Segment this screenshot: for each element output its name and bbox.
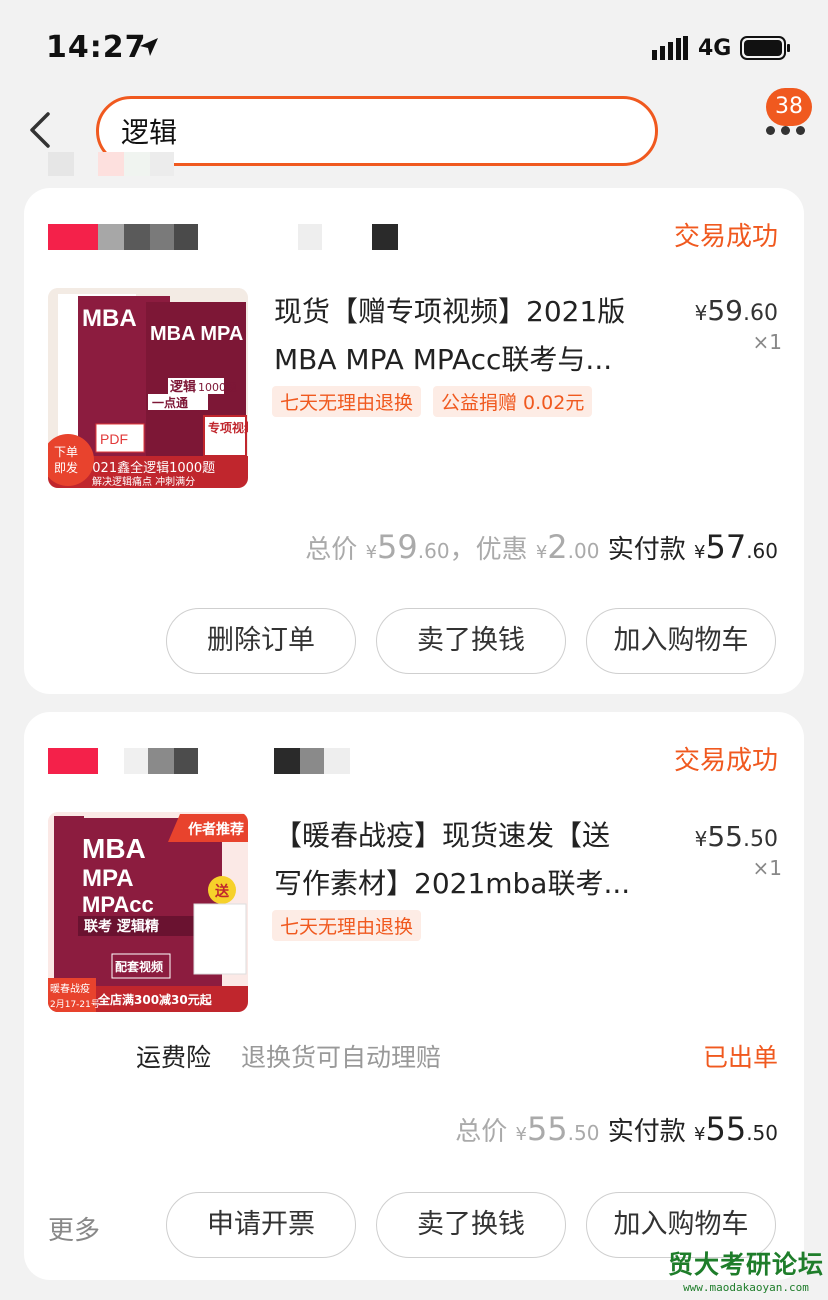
quantity: ×1	[752, 330, 782, 354]
insurance-status: 已出单	[702, 1043, 778, 1072]
unit-price: ¥55.50	[694, 820, 778, 853]
unit-price: ¥59.60	[694, 294, 778, 327]
location-arrow-icon	[140, 38, 158, 56]
search-input[interactable]: 逻辑	[96, 96, 658, 166]
service-tags: 七天无理由退换	[272, 910, 422, 941]
quantity: ×1	[752, 856, 782, 880]
book-cover-image: 作者推荐 MBA MPA MPAcc 联考 逻辑精 送 配套视频 全店满300减…	[48, 812, 248, 1012]
more-dots-icon[interactable]	[766, 126, 805, 135]
product-title[interactable]: 【暖春战疫】现货速发【送 写作素材】2021mba联考...	[274, 812, 666, 908]
status-bar: 14:27 4G	[0, 0, 828, 90]
add-to-cart-button[interactable]: 加入购物车	[586, 608, 776, 674]
svg-text:专项视频: 专项视频	[208, 420, 248, 435]
cover-mpa: MPA	[82, 865, 134, 892]
cover-mba: MBA	[82, 833, 146, 864]
delete-order-button[interactable]: 删除订单	[166, 608, 356, 674]
svg-text:配套视频: 配套视频	[115, 959, 163, 974]
shipping-insurance-row[interactable]: 运费险 退换货可自动理赔	[136, 1038, 441, 1074]
cover-title: MBA MPA MEM MPAcc	[150, 323, 248, 345]
insurance-desc: 退换货可自动理赔	[240, 1043, 441, 1072]
svg-text:1000题: 1000题	[198, 381, 237, 394]
svg-text:逻辑: 逻辑	[170, 379, 196, 395]
network-type: 4G	[698, 36, 732, 61]
svg-text:全店满300减30元起: 全店满300减30元起	[97, 992, 213, 1007]
battery-icon	[740, 36, 790, 60]
cover-mba: MBA	[82, 305, 137, 332]
svg-text:下单: 下单	[54, 445, 78, 459]
resell-button[interactable]: 卖了换钱	[376, 1192, 566, 1258]
product-thumbnail[interactable]: 作者推荐 MBA MPA MPAcc 联考 逻辑精 送 配套视频 全店满300减…	[48, 812, 248, 1012]
svg-text:解决逻辑痛点 冲刺满分: 解决逻辑痛点 冲刺满分	[92, 475, 195, 488]
svg-text:2021鑫全逻辑1000题: 2021鑫全逻辑1000题	[84, 460, 215, 476]
svg-text:即发: 即发	[54, 460, 78, 475]
order-card[interactable]: 交易成功 MBA MBA MPA MEM MPAcc 逻辑 1000题 一点通 …	[24, 188, 804, 694]
book-cover-image: MBA MBA MPA MEM MPAcc 逻辑 1000题 一点通 PDF 专…	[48, 288, 248, 488]
status-time: 14:27	[46, 30, 147, 65]
more-actions-link[interactable]: 更多	[48, 1210, 100, 1247]
product-title[interactable]: 现货【赠专项视频】2021版 MBA MPA MPAcc联考与...	[274, 288, 666, 384]
svg-text:一点通: 一点通	[152, 395, 188, 410]
message-count-badge: 38	[766, 88, 812, 126]
product-thumbnail[interactable]: MBA MBA MPA MEM MPAcc 逻辑 1000题 一点通 PDF 专…	[48, 288, 248, 488]
cover-mpacc: MPAcc	[82, 892, 154, 917]
svg-text:2月17-21号: 2月17-21号	[50, 999, 100, 1010]
charity-tag: 公益捐赠 0.02元	[433, 386, 593, 417]
svg-text:暖春战疫: 暖春战疫	[50, 982, 90, 995]
order-status: 交易成功	[673, 222, 778, 252]
signal-bars-icon	[652, 36, 688, 60]
resell-button[interactable]: 卖了换钱	[376, 608, 566, 674]
shop-name-blurred[interactable]	[48, 224, 398, 250]
insurance-label: 运费险	[136, 1043, 212, 1072]
search-query: 逻辑	[121, 116, 178, 149]
service-tags: 七天无理由退换 公益捐赠 0.02元	[272, 386, 593, 417]
return-tag: 七天无理由退换	[272, 910, 422, 941]
svg-text:联考 逻辑精: 联考 逻辑精	[84, 918, 159, 935]
svg-text:作者推荐: 作者推荐	[188, 821, 244, 838]
order-totals: 总价 ¥55.50 实付款 ¥55.50	[455, 1110, 778, 1148]
order-status: 交易成功	[673, 746, 778, 776]
order-totals: 总价 ¥59.60，优惠 ¥2.00 实付款 ¥57.60	[305, 528, 778, 566]
order-card[interactable]: 交易成功 作者推荐 MBA MPA MPAcc 联考 逻辑精 送 配套视频 全店…	[24, 712, 804, 1280]
site-watermark: 贸大考研论坛 www.maodakaoyan.com	[667, 1250, 824, 1294]
svg-text:送: 送	[214, 883, 230, 900]
return-tag: 七天无理由退换	[272, 386, 422, 417]
shop-name-blurred[interactable]	[48, 748, 350, 774]
pdf-label: PDF	[100, 431, 128, 447]
filter-strip-blurred	[48, 152, 174, 176]
back-button[interactable]	[22, 108, 62, 152]
request-invoice-button[interactable]: 申请开票	[166, 1192, 356, 1258]
